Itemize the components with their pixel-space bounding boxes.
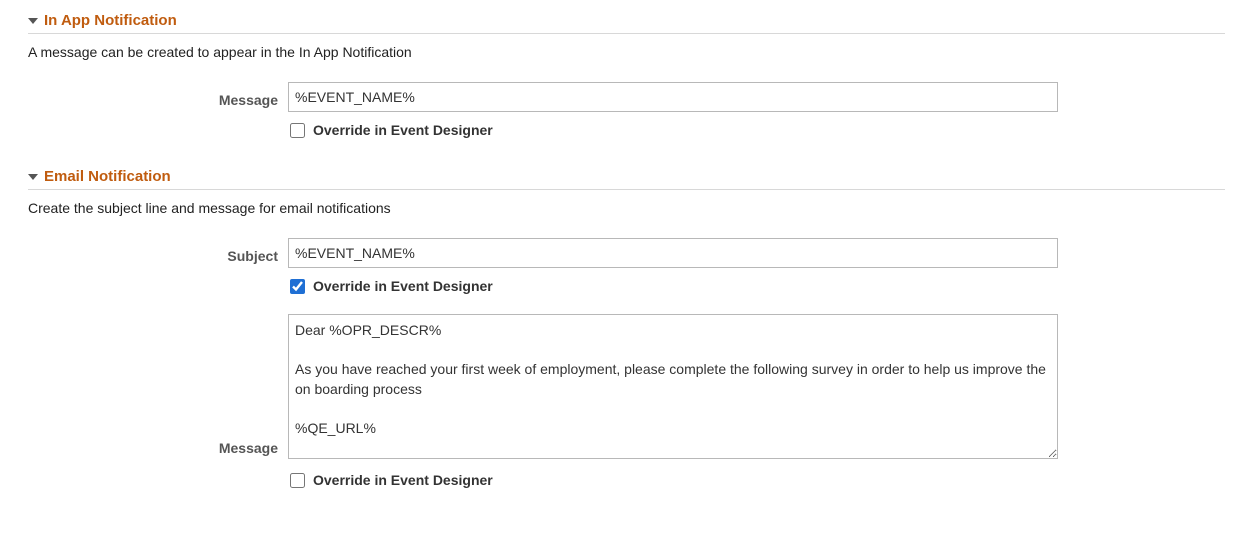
email-message-label: Message [28, 440, 288, 462]
email-header[interactable]: Email Notification [28, 168, 1225, 190]
in-app-message-label: Message [28, 86, 288, 108]
email-subject-label: Subject [28, 242, 288, 264]
email-subject-override-row: Override in Event Designer [28, 278, 1225, 294]
in-app-override-checkbox[interactable] [290, 123, 305, 138]
email-description: Create the subject line and message for … [28, 200, 1225, 216]
chevron-down-icon [28, 174, 38, 180]
in-app-header[interactable]: In App Notification [28, 12, 1225, 34]
email-subject-override-label: Override in Event Designer [313, 278, 493, 294]
email-message-row: Message [28, 314, 1225, 462]
email-subject-override-checkbox[interactable] [290, 279, 305, 294]
chevron-down-icon [28, 18, 38, 24]
in-app-description: A message can be created to appear in th… [28, 44, 1225, 60]
in-app-message-row: Message [28, 82, 1225, 112]
email-message-textarea[interactable] [288, 314, 1058, 459]
in-app-override-row: Override in Event Designer [28, 122, 1225, 138]
email-subject-input[interactable] [288, 238, 1058, 268]
email-subject-row: Subject [28, 238, 1225, 268]
in-app-title: In App Notification [44, 12, 177, 29]
in-app-override-label: Override in Event Designer [313, 122, 493, 138]
email-message-override-checkbox[interactable] [290, 473, 305, 488]
email-message-override-row: Override in Event Designer [28, 472, 1225, 488]
email-title: Email Notification [44, 168, 171, 185]
email-notification-section: Email Notification Create the subject li… [0, 168, 1253, 488]
in-app-message-input[interactable] [288, 82, 1058, 112]
in-app-notification-section: In App Notification A message can be cre… [0, 12, 1253, 138]
email-message-override-label: Override in Event Designer [313, 472, 493, 488]
